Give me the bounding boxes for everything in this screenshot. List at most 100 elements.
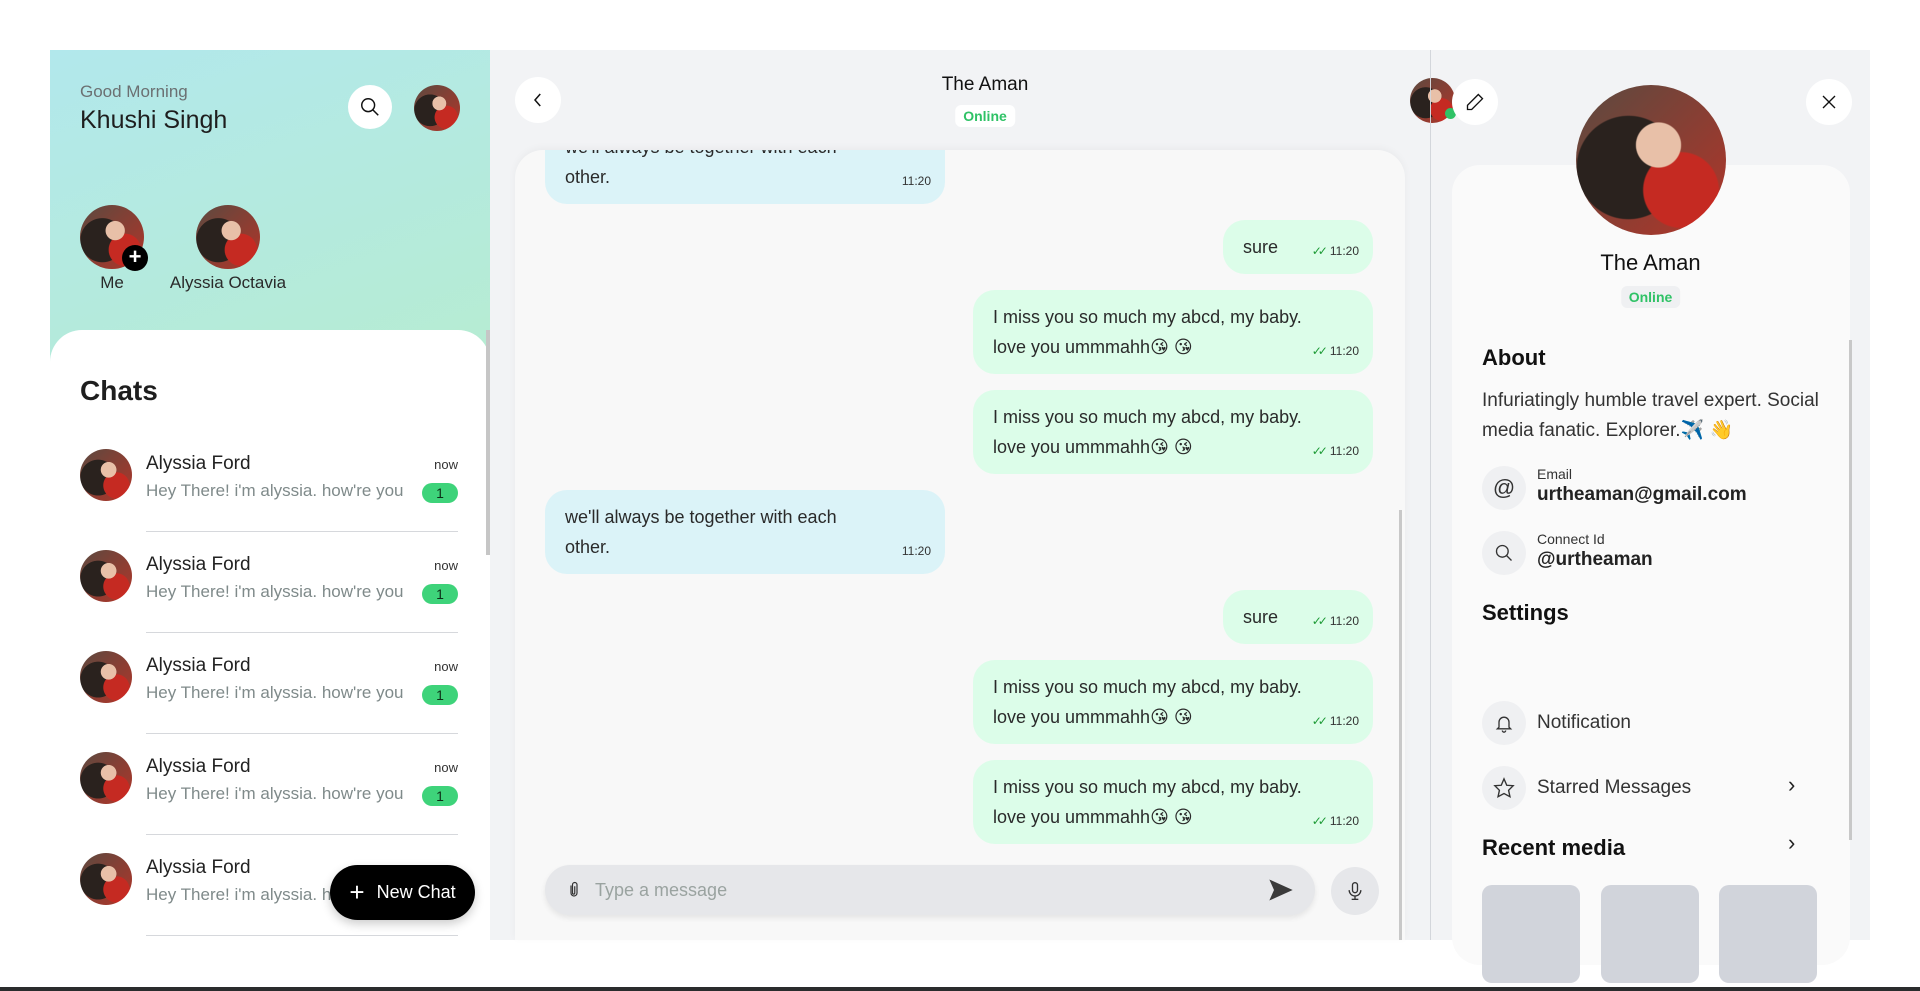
- message-bubble-outgoing: sure ✓✓ 11:20: [1222, 220, 1373, 274]
- divider: [146, 733, 458, 734]
- search-button[interactable]: [348, 85, 392, 129]
- message-text: we'll always be together with each other…: [565, 150, 837, 187]
- messages-area: we'll always be together with each other…: [515, 150, 1405, 940]
- chats-title: Chats: [80, 375, 158, 406]
- message-time: now: [434, 760, 458, 775]
- message-time: 11:20: [901, 544, 931, 558]
- profile-avatar[interactable]: [1576, 85, 1726, 235]
- message-text: I miss you so much my abcd, my baby. lov…: [993, 407, 1302, 457]
- media-thumbnail[interactable]: [1482, 885, 1580, 983]
- message-text: sure: [1242, 607, 1278, 627]
- chevron-right-icon: ›: [1788, 772, 1796, 797]
- send-icon[interactable]: [1267, 876, 1295, 904]
- contact-avatar: [80, 752, 132, 804]
- contact-name: Alyssia Ford: [146, 655, 251, 676]
- close-icon: [1822, 95, 1836, 109]
- media-thumbnail[interactable]: [1719, 885, 1817, 983]
- message-time: now: [434, 457, 458, 472]
- connect-id-label: Connect Id: [1537, 531, 1605, 547]
- story-label: Alyssia Octavia: [169, 273, 287, 292]
- read-ticks-icon: ✓✓: [1311, 244, 1328, 258]
- message-time: ✓✓ 11:20: [1312, 706, 1359, 736]
- notification-label: Notification: [1537, 712, 1631, 733]
- profile-name: The Aman: [1600, 250, 1701, 275]
- taskbar-strip: [0, 987, 1920, 991]
- voice-record-button[interactable]: [1331, 867, 1379, 915]
- star-icon: [1493, 777, 1515, 799]
- message-text: I miss you so much my abcd, my baby. lov…: [993, 307, 1302, 357]
- about-text: Infuriatingly humble travel expert. Soci…: [1482, 390, 1819, 441]
- contact-name: Alyssia Ford: [146, 554, 251, 575]
- story-avatar: [196, 205, 260, 269]
- message-bubble-outgoing: sure ✓✓ 11:20: [1222, 590, 1373, 644]
- status-badge: Online: [955, 105, 1015, 127]
- message-time: ✓✓ 11:20: [1312, 436, 1359, 466]
- search-icon: [1495, 544, 1512, 561]
- divider: [146, 531, 458, 532]
- message-time: ✓✓ 11:20: [1312, 606, 1359, 636]
- paperclip-icon[interactable]: [565, 879, 583, 901]
- contact-name: Alyssia Ford: [146, 756, 251, 777]
- starred-messages-label: Starred Messages: [1537, 777, 1692, 798]
- recent-media-heading: Recent media: [1482, 835, 1626, 860]
- media-thumbnail[interactable]: [1601, 885, 1699, 983]
- message-bubble-outgoing: I miss you so much my abcd, my baby. lov…: [973, 390, 1373, 474]
- message-time: now: [434, 659, 458, 674]
- contact-avatar: [80, 853, 132, 905]
- add-story-icon[interactable]: +: [122, 245, 148, 271]
- message-time: ✓✓ 11:20: [1312, 236, 1359, 266]
- contact-avatar: [80, 449, 132, 501]
- message-bubble-incoming: we'll always be together with each other…: [545, 150, 945, 204]
- read-ticks-icon: ✓✓: [1311, 444, 1328, 458]
- recent-media-chevron-icon[interactable]: ›: [1788, 830, 1795, 856]
- unread-badge: 1: [422, 685, 458, 705]
- email-icon-wrap: @: [1482, 466, 1526, 510]
- chat-list-item[interactable]: Alyssia Ford Hey There! i'm alyssia. how…: [80, 550, 458, 651]
- edit-button[interactable]: [1452, 79, 1498, 125]
- star-icon-wrap: [1482, 766, 1526, 810]
- chat-list-item[interactable]: Alyssia Ford Hey There! i'm alyssia. how…: [80, 752, 458, 853]
- close-button[interactable]: [1806, 79, 1852, 125]
- divider: [146, 834, 458, 835]
- user-avatar[interactable]: [414, 85, 460, 131]
- pencil-icon: [1466, 93, 1484, 111]
- contact-avatar: [80, 550, 132, 602]
- divider: [146, 935, 458, 936]
- message-input[interactable]: [595, 879, 1267, 901]
- contact-avatar: [80, 651, 132, 703]
- message-time: 11:20: [901, 174, 931, 188]
- message-text: I miss you so much my abcd, my baby. lov…: [993, 677, 1302, 727]
- new-chat-button[interactable]: + New Chat: [330, 865, 475, 920]
- unread-badge: 1: [422, 483, 458, 503]
- message-preview: Hey There! i'm alyssia. how're you: [146, 582, 404, 601]
- story-me[interactable]: + Me: [80, 205, 148, 293]
- email-value[interactable]: urtheaman@gmail.com: [1537, 484, 1747, 506]
- contact-info-pane: The Aman Online About Infuriatingly humb…: [1430, 50, 1870, 983]
- message-bubble-outgoing: I miss you so much my abcd, my baby. lov…: [973, 290, 1373, 374]
- conversation-pane: The Aman Online we'll always be together…: [490, 50, 1480, 940]
- message-bubble-incoming: we'll always be together with each other…: [545, 490, 945, 574]
- profile-scrollbar[interactable]: [1849, 340, 1852, 840]
- new-chat-label: New Chat: [376, 882, 456, 902]
- story-alyssia-octavia[interactable]: Alyssia Octavia: [158, 205, 298, 293]
- bell-icon: [1495, 716, 1513, 733]
- user-name: Khushi Singh: [80, 106, 228, 134]
- sidebar: Good Morning Khushi Singh + Me Alyssia O…: [50, 50, 490, 940]
- chat-list-item[interactable]: Alyssia Ford Hey There! i'm alyssia. how…: [80, 651, 458, 752]
- chat-list-item[interactable]: Alyssia Ford Hey There! i'm alyssia. how…: [80, 449, 458, 550]
- message-preview: Hey There! i'm alyssia. how're you: [146, 784, 404, 803]
- connect-id-value[interactable]: @urtheaman: [1537, 549, 1653, 571]
- messages-scrollbar[interactable]: [1399, 510, 1402, 940]
- message-text: we'll always be together with each other…: [565, 507, 837, 557]
- message-time: now: [434, 558, 458, 573]
- connect-icon-wrap: [1482, 531, 1526, 575]
- read-ticks-icon: ✓✓: [1311, 714, 1328, 728]
- plus-icon: +: [349, 877, 365, 907]
- chat-app: Good Morning Khushi Singh + Me Alyssia O…: [50, 50, 1870, 983]
- message-preview: Hey There! i'm alyssia. how're you: [146, 683, 404, 702]
- profile-status-badge: Online: [1620, 286, 1681, 308]
- message-bubble-outgoing: I miss you so much my abcd, my baby. lov…: [973, 660, 1373, 744]
- conversation-title: The Aman: [941, 74, 1029, 95]
- unread-badge: 1: [422, 584, 458, 604]
- message-text: I miss you so much my abcd, my baby. lov…: [993, 777, 1302, 827]
